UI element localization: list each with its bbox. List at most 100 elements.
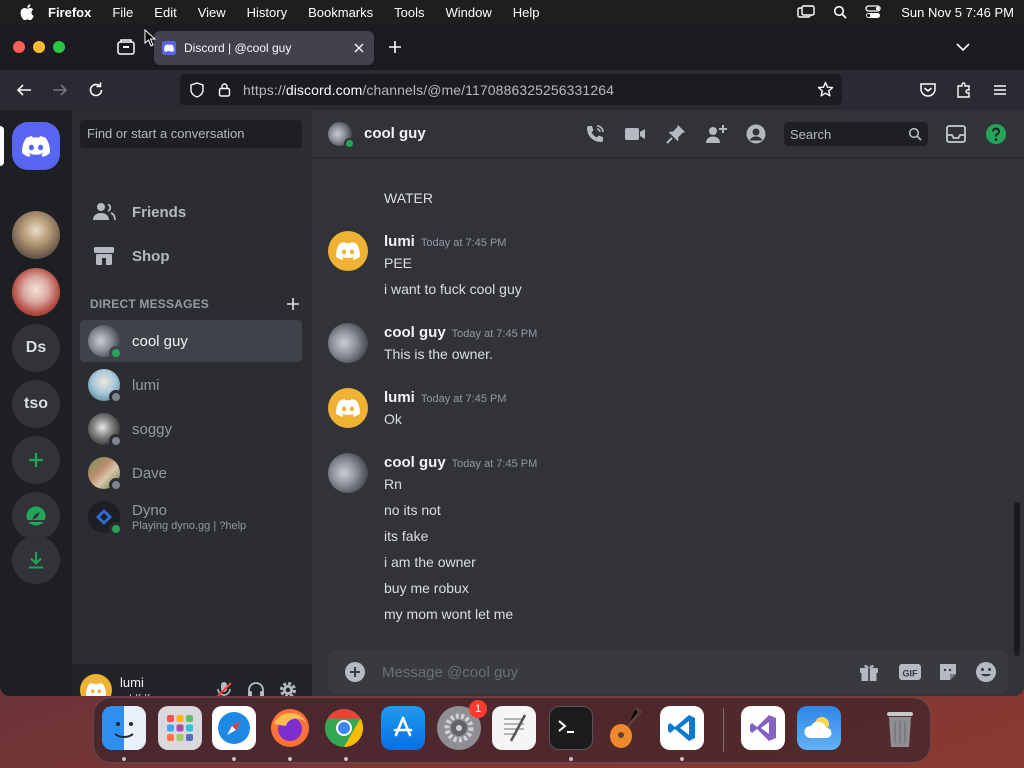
- dm-item-cool-guy[interactable]: cool guy: [80, 320, 302, 362]
- window-zoom-button[interactable]: [53, 41, 65, 53]
- message-author[interactable]: cool guy: [384, 454, 446, 471]
- hamburger-menu-icon[interactable]: [991, 81, 1009, 99]
- menubar-clock[interactable]: Sun Nov 5 7:46 PM: [901, 5, 1014, 20]
- message-avatar-cool-guy[interactable]: [328, 323, 368, 363]
- extensions-puzzle-icon[interactable]: [955, 81, 973, 99]
- add-server-button[interactable]: [12, 436, 60, 484]
- user-names[interactable]: lumi sddfdfrwr: [120, 675, 165, 696]
- dock-terminal-icon[interactable]: [549, 706, 593, 750]
- add-friends-to-dm-icon[interactable]: [705, 123, 727, 145]
- bookmark-star-icon[interactable]: [817, 81, 834, 98]
- dock-vscode-icon[interactable]: [660, 706, 704, 750]
- start-video-call-icon[interactable]: [624, 123, 646, 145]
- muted-microphone-icon[interactable]: [214, 680, 234, 696]
- menu-app-firefox[interactable]: Firefox: [48, 5, 91, 20]
- spotlight-search-icon[interactable]: [833, 5, 847, 19]
- help-icon[interactable]: [985, 123, 1007, 145]
- server-2-icon[interactable]: [12, 268, 60, 316]
- dm-item-lumi[interactable]: lumi: [80, 364, 302, 406]
- screen-mirroring-icon[interactable]: [797, 5, 815, 19]
- dm-item-dave[interactable]: Dave: [80, 452, 302, 494]
- emoji-picker-icon[interactable]: [975, 661, 997, 683]
- message-input-placeholder[interactable]: Message @cool guy: [382, 664, 518, 681]
- list-all-tabs-chevron-down-icon[interactable]: [956, 41, 970, 53]
- reload-icon[interactable]: [87, 81, 105, 99]
- explore-servers-button[interactable]: [12, 492, 60, 540]
- back-arrow-icon[interactable]: [15, 81, 33, 99]
- menu-bookmarks[interactable]: Bookmarks: [308, 5, 373, 20]
- menu-file[interactable]: File: [112, 5, 133, 20]
- new-tab-icon[interactable]: [388, 40, 402, 54]
- avatar: [88, 413, 123, 448]
- pinned-messages-icon[interactable]: [665, 123, 687, 145]
- user-profile-icon[interactable]: [745, 123, 767, 145]
- forward-arrow-icon[interactable]: [51, 81, 69, 99]
- message-avatar-cool-guy[interactable]: [328, 453, 368, 493]
- chat-scrollbar[interactable]: [1014, 502, 1020, 656]
- dock-visual-studio-icon[interactable]: [741, 706, 785, 750]
- message-line: i want to fuck cool guy: [384, 281, 522, 297]
- server-1-icon[interactable]: [12, 211, 60, 259]
- sidebar-item-friends[interactable]: Friends: [80, 191, 302, 233]
- inbox-icon[interactable]: [945, 123, 967, 145]
- sidebar-item-shop[interactable]: Shop: [80, 235, 302, 277]
- tracking-protection-shield-icon[interactable]: [190, 82, 204, 98]
- dock-system-settings-icon[interactable]: 1: [437, 700, 487, 750]
- url-text[interactable]: https://discord.com/channels/@me/1170886…: [243, 82, 614, 98]
- message-avatar-lumi[interactable]: [328, 231, 368, 271]
- add-attachment-icon[interactable]: [344, 661, 366, 683]
- chat-recipient-name[interactable]: cool guy: [364, 125, 426, 142]
- user-avatar[interactable]: [80, 674, 112, 696]
- dock-weather-icon[interactable]: [797, 706, 841, 750]
- pocket-icon[interactable]: [919, 81, 937, 99]
- server-tso[interactable]: tso: [12, 380, 60, 428]
- dock-trash-icon[interactable]: [878, 706, 922, 750]
- server-ds[interactable]: Ds: [12, 324, 60, 372]
- menu-help[interactable]: Help: [513, 5, 540, 20]
- dock-finder-icon[interactable]: [102, 706, 146, 750]
- discord-logo-icon: [22, 135, 50, 157]
- message-author[interactable]: cool guy: [384, 324, 446, 341]
- sticker-icon[interactable]: [937, 661, 959, 683]
- gift-icon[interactable]: [858, 661, 880, 683]
- download-apps-button[interactable]: [12, 536, 60, 584]
- avatar: [88, 325, 123, 360]
- user-settings-gear-icon[interactable]: [278, 680, 298, 696]
- headphones-icon[interactable]: [246, 680, 266, 696]
- find-conversation-input[interactable]: Find or start a conversation: [80, 120, 302, 148]
- firefox-view-icon[interactable]: [116, 38, 136, 56]
- apple-icon[interactable]: [20, 4, 34, 20]
- discord-home-button[interactable]: [12, 122, 60, 170]
- menu-tools[interactable]: Tools: [394, 5, 424, 20]
- chat-header: cool guy Search: [312, 110, 1024, 158]
- dock-textedit-icon[interactable]: [492, 706, 536, 750]
- dm-item-dyno[interactable]: Dyno Playing dyno.gg | ?help: [80, 496, 302, 538]
- menu-edit[interactable]: Edit: [154, 5, 176, 20]
- menu-history[interactable]: History: [247, 5, 287, 20]
- chat-search-input[interactable]: Search: [784, 122, 928, 146]
- control-center-icon[interactable]: [865, 5, 881, 19]
- lock-icon[interactable]: [218, 82, 231, 97]
- tab-close-icon[interactable]: [352, 41, 366, 55]
- dock-safari-icon[interactable]: [212, 706, 256, 750]
- dm-activity: Playing dyno.gg | ?help: [132, 520, 247, 532]
- message-author[interactable]: lumi: [384, 389, 415, 406]
- dock-app-store-icon[interactable]: [381, 706, 425, 750]
- menu-window[interactable]: Window: [446, 5, 492, 20]
- dock-firefox-icon[interactable]: [268, 706, 312, 750]
- menu-view[interactable]: View: [198, 5, 226, 20]
- dock-garageband-icon[interactable]: [604, 706, 648, 750]
- message-avatar-lumi[interactable]: [328, 388, 368, 428]
- address-bar[interactable]: https://discord.com/channels/@me/1170886…: [180, 74, 842, 105]
- window-close-button[interactable]: [13, 41, 25, 53]
- dm-item-soggy[interactable]: soggy: [80, 408, 302, 450]
- window-minimize-button[interactable]: [33, 41, 45, 53]
- tab-discord[interactable]: Discord | @cool guy: [154, 31, 374, 65]
- gif-icon[interactable]: GIF: [898, 661, 922, 683]
- message-author[interactable]: lumi: [384, 233, 415, 250]
- start-voice-call-icon[interactable]: [584, 123, 606, 145]
- dock-chrome-icon[interactable]: [322, 706, 366, 750]
- message-composer[interactable]: Message @cool guy GIF: [328, 650, 1008, 694]
- dock-launchpad-icon[interactable]: [158, 706, 202, 750]
- create-dm-plus-icon[interactable]: [286, 297, 300, 311]
